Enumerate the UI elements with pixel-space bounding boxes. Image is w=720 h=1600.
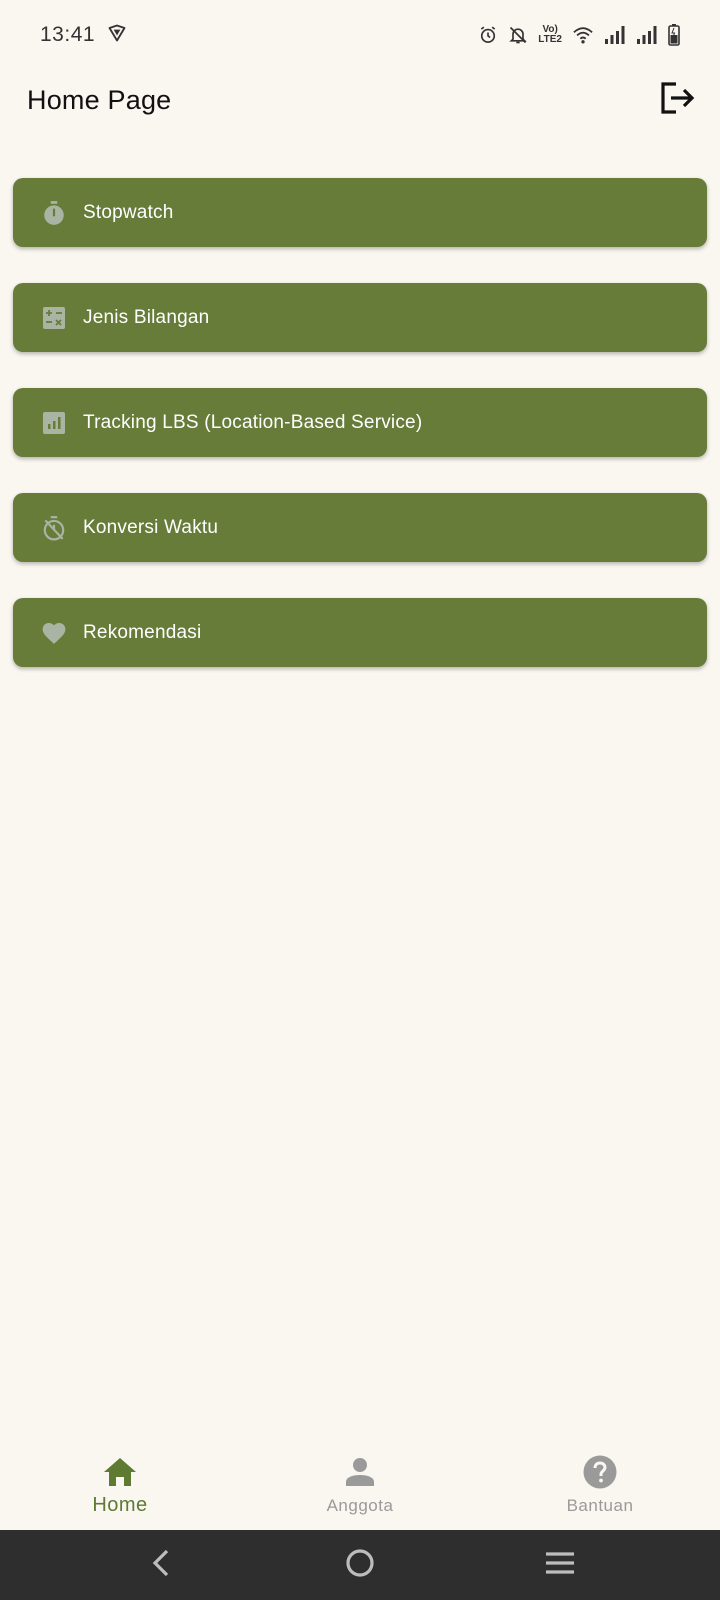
home-circle-icon — [345, 1548, 375, 1583]
nav-label: Anggota — [326, 1496, 394, 1515]
nav-tab-home[interactable]: Home — [0, 1430, 240, 1530]
vpn-shield-icon — [107, 23, 127, 48]
status-bar: 13:41 Vo) LTE2 — [0, 0, 720, 70]
home-icon — [102, 1454, 138, 1490]
status-time: 13:41 — [40, 23, 96, 46]
home-screen: 13:41 Vo) LTE2 Home Page Stopwatch Jenis… — [0, 0, 720, 1600]
nav-tab-anggota[interactable]: Anggota — [240, 1430, 480, 1530]
alarm-icon — [478, 25, 498, 45]
signal-icon — [636, 25, 658, 45]
system-home-button[interactable] — [330, 1535, 390, 1595]
back-icon — [149, 1548, 171, 1583]
nav-tab-bantuan[interactable]: Bantuan — [480, 1430, 720, 1530]
system-back-button[interactable] — [130, 1535, 190, 1595]
favorite-icon — [41, 620, 67, 646]
signal-icon — [604, 25, 626, 45]
menu-item-stopwatch[interactable]: Stopwatch — [13, 178, 707, 247]
wifi-icon — [572, 25, 594, 45]
person-icon — [342, 1454, 378, 1490]
app-bar: Home Page — [0, 70, 720, 130]
status-icons: Vo) LTE2 — [478, 24, 680, 46]
notifications-off-icon — [508, 25, 528, 45]
system-navigation-bar — [0, 1530, 720, 1600]
menu-item-konversi-waktu[interactable]: Konversi Waktu — [13, 493, 707, 562]
menu-item-label: Tracking LBS (Location-Based Service) — [83, 411, 423, 433]
menu-item-tracking-lbs[interactable]: Tracking LBS (Location-Based Service) — [13, 388, 707, 457]
menu-lines-icon — [544, 1551, 576, 1580]
menu-item-label: Jenis Bilangan — [83, 306, 210, 328]
menu-item-rekomendasi[interactable]: Rekomendasi — [13, 598, 707, 667]
volte-bottom-label: LTE2 — [538, 34, 562, 45]
battery-icon — [668, 24, 680, 46]
timer-icon — [41, 200, 67, 226]
logout-icon — [660, 81, 696, 120]
nav-label: Home — [92, 1494, 148, 1516]
analytics-icon — [41, 410, 67, 436]
help-icon — [582, 1454, 618, 1490]
menu-item-label: Stopwatch — [83, 201, 174, 223]
bottom-navigation: Home Anggota Bantuan — [0, 1430, 720, 1530]
volte-icon: Vo) LTE2 — [538, 25, 562, 45]
menu-item-label: Konversi Waktu — [83, 516, 219, 538]
feature-menu: Stopwatch Jenis Bilangan Tracking LBS (L… — [13, 178, 707, 703]
status-left: 13:41 — [40, 23, 127, 48]
nav-label: Bantuan — [566, 1496, 634, 1515]
timer-off-icon — [41, 515, 67, 541]
logout-button[interactable] — [658, 80, 698, 120]
page-title: Home Page — [27, 84, 172, 115]
menu-item-jenis-bilangan[interactable]: Jenis Bilangan — [13, 283, 707, 352]
system-recents-button[interactable] — [530, 1535, 590, 1595]
calculate-icon — [41, 305, 67, 331]
menu-item-label: Rekomendasi — [83, 621, 202, 643]
